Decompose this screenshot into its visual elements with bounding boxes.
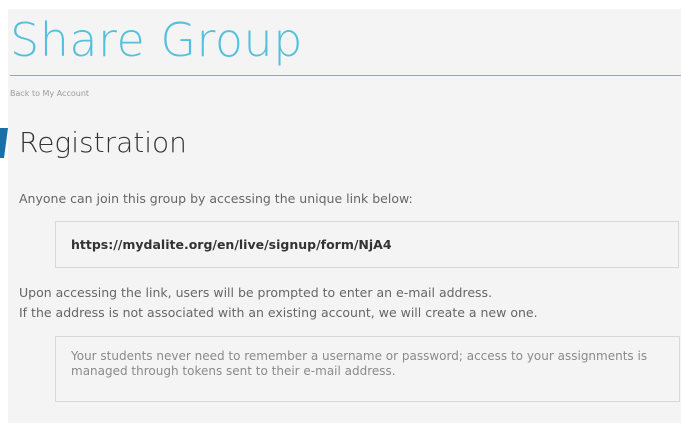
section-heading-registration: Registration xyxy=(19,126,187,159)
registration-intro-text: Anyone can join this group by accessing … xyxy=(19,191,413,206)
signup-link-box[interactable]: https://mydalite.org/en/live/signup/form… xyxy=(55,221,679,268)
title-divider xyxy=(10,75,681,76)
info-line-new-account: If the address is not associated with an… xyxy=(19,305,538,320)
tokens-note-box: Your students never need to remember a u… xyxy=(55,336,680,402)
page-title: Share Group xyxy=(10,13,303,67)
section-accent-icon xyxy=(0,128,8,158)
tokens-note-text: Your students never need to remember a u… xyxy=(71,349,648,378)
back-to-account-link[interactable]: Back to My Account xyxy=(10,89,89,98)
info-line-prompt: Upon accessing the link, users will be p… xyxy=(19,285,493,300)
signup-link-text[interactable]: https://mydalite.org/en/live/signup/form… xyxy=(71,237,392,252)
